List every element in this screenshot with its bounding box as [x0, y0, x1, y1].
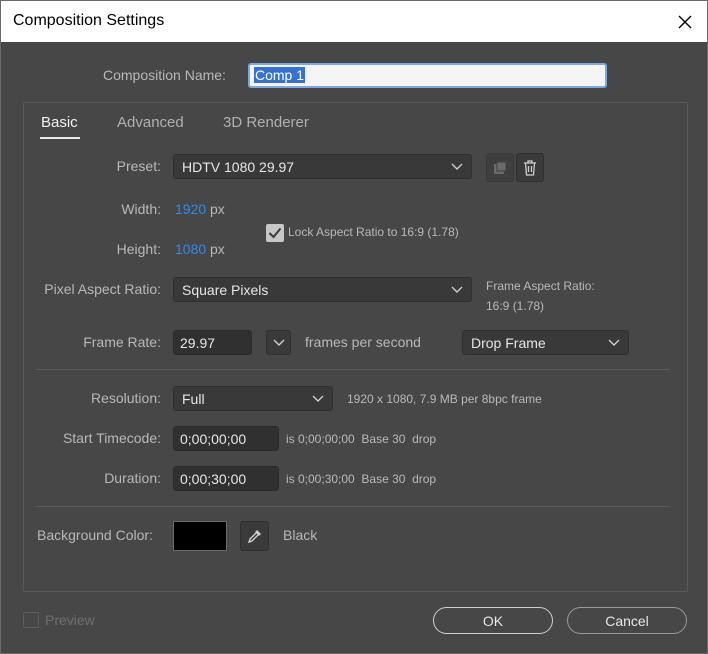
chevron-down-icon [312, 393, 324, 405]
frame-aspect-ratio-label: Frame Aspect Ratio: [486, 279, 595, 293]
frame-aspect-ratio-value: 16:9 (1.78) [486, 299, 545, 313]
active-tab-indicator [40, 137, 80, 139]
height-label: Height: [116, 241, 161, 257]
preview-checkbox[interactable] [23, 612, 39, 628]
trash-icon [524, 159, 536, 176]
ok-button[interactable]: OK [433, 607, 553, 634]
composition-settings-dialog: Composition Settings Composition Name: C… [0, 0, 708, 654]
duration-label: Duration: [104, 470, 161, 486]
cancel-button[interactable]: Cancel [567, 607, 687, 634]
chevron-down-icon [273, 339, 284, 346]
width-unit: px [210, 201, 225, 217]
composition-name-label: Composition Name: [103, 67, 226, 83]
background-color-swatch[interactable] [173, 521, 227, 551]
start-timecode-label: Start Timecode: [62, 430, 161, 446]
background-color-label: Background Color: [37, 527, 153, 543]
pixel-aspect-ratio-label: Pixel Aspect Ratio: [44, 281, 161, 297]
composition-name-input[interactable]: Comp 1 [248, 63, 607, 88]
width-value[interactable]: 1920 [175, 201, 206, 217]
frame-rate-unit: frames per second [305, 334, 421, 350]
chevron-down-icon [451, 161, 463, 173]
delete-preset-button[interactable] [516, 153, 544, 182]
composition-name-value: Comp 1 [254, 67, 306, 83]
height-value[interactable]: 1080 [175, 241, 206, 257]
frame-rate-value: 29.97 [180, 334, 216, 351]
close-button[interactable] [663, 1, 707, 42]
save-preset-icon [494, 161, 507, 174]
preview-label: Preview [45, 612, 95, 628]
duration-info: is 0;00;30;00 Base 30 drop [286, 472, 437, 486]
height-unit: px [210, 241, 225, 257]
title-bar: Composition Settings [1, 1, 707, 42]
eyedropper-button[interactable] [240, 521, 269, 551]
tab-advanced[interactable]: Advanced [117, 114, 184, 131]
drop-frame-dropdown[interactable]: Drop Frame [462, 330, 629, 355]
divider [36, 506, 669, 507]
lock-aspect-ratio-checkbox[interactable] [266, 224, 284, 242]
chevron-down-icon [608, 337, 620, 349]
preset-value: HDTV 1080 29.97 [182, 158, 295, 175]
pixel-aspect-ratio-value: Square Pixels [182, 281, 269, 298]
chevron-down-icon [451, 284, 463, 296]
dialog-title: Composition Settings [13, 12, 165, 29]
start-timecode-value: 0;00;00;00 [180, 430, 247, 447]
frame-rate-input[interactable]: 29.97 [173, 330, 252, 355]
resolution-value: Full [182, 390, 205, 407]
start-timecode-info: is 0;00;00;00 Base 30 drop [286, 432, 437, 446]
resolution-label: Resolution: [90, 390, 161, 406]
background-color-name: Black [283, 527, 318, 543]
duration-value: 0;00;30;00 [180, 470, 247, 487]
lock-aspect-ratio-label: Lock Aspect Ratio to 16:9 (1.78) [288, 225, 459, 239]
frame-rate-label: Frame Rate: [83, 334, 161, 350]
resolution-info: 1920 x 1080, 7.9 MB per 8bpc frame [347, 392, 542, 406]
tab-3d-renderer[interactable]: 3D Renderer [223, 114, 309, 131]
divider [36, 369, 669, 370]
duration-input[interactable]: 0;00;30;00 [173, 466, 279, 491]
pixel-aspect-ratio-dropdown[interactable]: Square Pixels [173, 277, 472, 302]
close-icon [678, 15, 692, 28]
tab-basic[interactable]: Basic [41, 114, 78, 131]
start-timecode-input[interactable]: 0;00;00;00 [173, 426, 279, 451]
eyedropper-icon [247, 530, 261, 544]
resolution-dropdown[interactable]: Full [173, 386, 333, 411]
width-label: Width: [121, 201, 161, 217]
preset-label: Preset: [116, 158, 161, 174]
drop-frame-value: Drop Frame [471, 334, 546, 351]
checkmark-icon [268, 227, 282, 239]
preset-dropdown[interactable]: HDTV 1080 29.97 [173, 154, 472, 179]
frame-rate-menu-button[interactable] [266, 330, 291, 355]
save-preset-button[interactable] [486, 153, 514, 182]
